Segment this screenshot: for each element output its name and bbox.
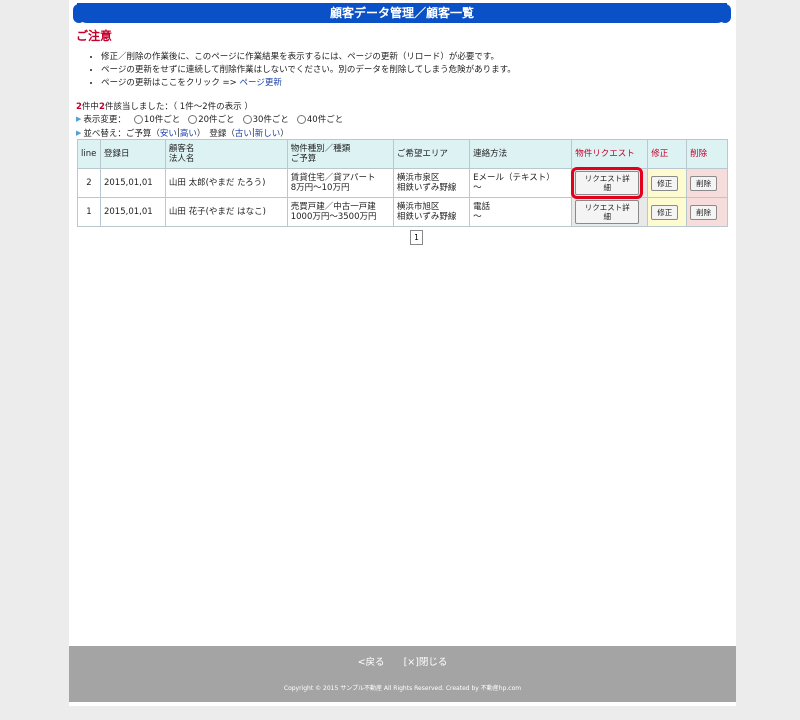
cell-delete: 削除	[686, 197, 728, 227]
back-link[interactable]: <戻る	[358, 657, 385, 668]
note-item: ページの更新をせずに連続して削除作業はしないでください。別のデータを削除してしま…	[101, 65, 516, 75]
cell-line: 2	[77, 168, 101, 198]
display-change-row: ▶ 表示変更： 10件ごと 20件ごと 30件ごと 40件ごと	[76, 113, 343, 125]
header-type: 物件種別／種類 ご予算	[286, 139, 394, 169]
cell-area-1: 横浜市泉区	[396, 173, 440, 183]
table-row: 1 2015,01,01 山田 花子(やまだ はなこ) 売買戸建／中古一戸建 10…	[77, 197, 728, 227]
edit-button[interactable]: 修正	[651, 204, 679, 220]
table-header-row: line 登録日 顧客名 法人名 物件種別／種類 ご予算 ご希望エリア 連絡方法 物…	[77, 139, 728, 169]
edit-button[interactable]: 修正	[651, 175, 679, 191]
cell-contact-2: ～	[473, 183, 482, 193]
cell-request: リクエスト詳細	[571, 167, 649, 199]
delete-button[interactable]: 削除	[690, 175, 718, 191]
cell-budget: 8万円～10万円	[290, 183, 350, 193]
header-request: 物件リクエスト	[571, 139, 649, 169]
footer: <戻る [×]閉じる Copyright © 2015 サンプル不動産 All …	[69, 646, 736, 702]
delete-button[interactable]: 削除	[690, 204, 718, 220]
result-summary: 2件中2件該当しました：（ 1件～2件の表示 ）	[76, 100, 253, 112]
header-contact: 連絡方法	[469, 139, 573, 169]
caution-notes: 修正／削除の作業後に、このページに作業結果を表示するには、ページの更新（リロード…	[89, 52, 516, 91]
radio-40[interactable]	[296, 114, 306, 124]
sort-budget-high-link[interactable]: 高い	[180, 127, 197, 139]
cell-contact-1: Eメール（テキスト）	[473, 173, 555, 183]
header-edit: 修正	[647, 139, 688, 169]
cell-area-2: 相鉄いずみ野線	[396, 183, 457, 193]
sort-budget-low-link[interactable]: 安い	[160, 127, 177, 139]
cell-type-1: 賃貸住宅／貸アパート	[290, 173, 376, 183]
cell-type: 賃貸住宅／貸アパート 8万円～10万円	[286, 168, 394, 198]
cell-area-1: 横浜市旭区	[396, 202, 440, 212]
radio-label: 30件ごと	[252, 115, 289, 125]
radio-10[interactable]	[133, 114, 143, 124]
radio-label: 10件ごと	[143, 115, 181, 125]
request-detail-button[interactable]: リクエスト詳細	[571, 167, 644, 199]
header-name: 顧客名 法人名	[164, 139, 288, 169]
note-item: ページの更新はここをクリック => ページ更新	[101, 78, 516, 88]
sort-paren: ）	[196, 129, 206, 139]
header-name-1: 顧客名	[168, 144, 195, 154]
note-item: 修正／削除の作業後に、このページに作業結果を表示するには、ページの更新（リロード…	[101, 52, 516, 62]
cell-type-1: 売買戸建／中古一戸建	[290, 202, 376, 212]
sort-label: 並べ替え：	[83, 129, 126, 139]
page-container: 顧客データ管理／顧客一覧 ご注意 修正／削除の作業後に、このページに作業結果を表…	[69, 0, 736, 706]
header-type-2: ご予算	[290, 154, 317, 164]
summary-tail: 件該当しました：（ 1件～2件の表示 ）	[104, 102, 253, 112]
customer-table: line 登録日 顧客名 法人名 物件種別／種類 ご予算 ご希望エリア 連絡方法 物…	[77, 139, 728, 227]
cell-contact: Eメール（テキスト）～	[469, 168, 573, 198]
cell-contact-2: ～	[473, 212, 482, 222]
header-type-1: 物件種別／種類	[290, 144, 351, 154]
pager-page-1[interactable]: 1	[410, 230, 423, 245]
display-change-label: 表示変更：	[83, 115, 126, 125]
cell-budget: 1000万円～3500万円	[290, 212, 377, 222]
cell-name: 山田 太郎(やまだ たろう)	[164, 168, 288, 198]
cell-contact-1: 電話	[473, 202, 491, 212]
header-area: ご希望エリア	[392, 139, 471, 169]
header-name-2: 法人名	[168, 154, 195, 164]
footer-nav: <戻る [×]閉じる	[69, 654, 736, 668]
sort-reg-new-link[interactable]: 新しい	[255, 127, 281, 139]
cell-line: 1	[77, 197, 101, 227]
header-line: line	[77, 139, 101, 169]
header-delete: 削除	[686, 139, 728, 169]
table-row: 2 2015,01,01 山田 太郎(やまだ たろう) 賃貸住宅／貸アパート 8万…	[77, 167, 728, 199]
triangle-bullet-icon: ▶	[76, 129, 82, 137]
cell-delete: 削除	[686, 168, 728, 198]
cell-request: リクエスト詳細	[571, 197, 649, 227]
sort-budget-label: ご予算（	[125, 129, 160, 139]
cell-date: 2015,01,01	[99, 168, 166, 198]
sort-registered-label: 登録（	[209, 129, 235, 139]
cell-date: 2015,01,01	[99, 197, 166, 227]
cell-type: 売買戸建／中古一戸建 1000万円～3500万円	[286, 197, 394, 227]
cell-contact: 電話～	[469, 197, 573, 227]
page-title: 顧客データ管理／顧客一覧	[73, 3, 731, 23]
cell-edit: 修正	[647, 197, 688, 227]
radio-label: 40件ごと	[306, 115, 344, 125]
sort-row: ▶ 並べ替え： ご予算（ 安い | 高い） 登録（ 古い | 新しい）	[76, 127, 289, 139]
refresh-page-link[interactable]: ページ更新	[239, 78, 281, 88]
cell-edit: 修正	[647, 168, 688, 198]
header-date: 登録日	[99, 139, 166, 169]
radio-label: 20件ごと	[198, 115, 235, 125]
triangle-bullet-icon: ▶	[76, 115, 82, 123]
summary-mid: 件中	[81, 102, 99, 112]
close-link[interactable]: [×]閉じる	[404, 657, 448, 668]
sort-reg-old-link[interactable]: 古い	[235, 127, 252, 139]
cell-area: 横浜市旭区 相鉄いずみ野線	[392, 197, 471, 227]
note-text: ページの更新はここをクリック =>	[101, 78, 240, 88]
request-detail-button[interactable]: リクエスト詳細	[575, 200, 640, 224]
copyright: Copyright © 2015 サンプル不動産 All Rights Rese…	[283, 685, 522, 692]
caution-title: ご注意	[76, 29, 113, 43]
sort-paren: ）	[280, 129, 289, 139]
radio-20[interactable]	[188, 114, 198, 124]
cell-area-2: 相鉄いずみ野線	[396, 212, 457, 222]
cell-name: 山田 花子(やまだ はなこ)	[164, 197, 288, 227]
radio-30[interactable]	[242, 114, 252, 124]
cell-area: 横浜市泉区 相鉄いずみ野線	[392, 168, 471, 198]
